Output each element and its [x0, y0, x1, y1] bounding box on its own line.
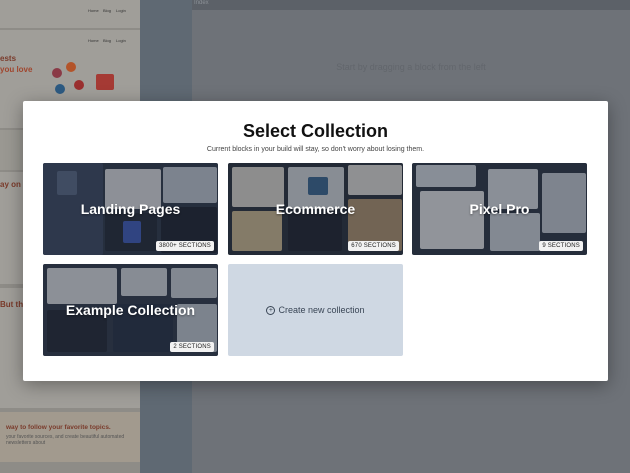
bg-nav-link: Login [116, 38, 126, 43]
section-count-badge: 3800+ SECTIONS [156, 241, 214, 251]
create-new-collection-button[interactable]: + Create new collection [228, 264, 403, 356]
bg-nav-link: Blog [103, 8, 112, 13]
modal-subtitle: Current blocks in your build will stay, … [206, 146, 425, 153]
collection-card-ecommerce[interactable]: Ecommerce 670 SECTIONS [228, 163, 403, 255]
bg-envelope-icon [96, 74, 114, 90]
plus-circle-icon: + [266, 305, 276, 315]
bg-headline: way to follow your favorite topics. [6, 424, 111, 431]
bg-social-icon [52, 68, 62, 78]
canvas-topbar: Index [192, 0, 630, 10]
collection-card-pixel-pro[interactable]: Pixel Pro 9 SECTIONS [412, 163, 587, 255]
bg-headline: you love [0, 65, 33, 74]
bg-social-icon [55, 84, 65, 94]
canvas-empty-hint: Start by dragging a block from the left [336, 62, 486, 72]
section-count-badge: 2 SECTIONS [170, 342, 214, 352]
bg-nav-link: Home [88, 38, 99, 43]
bg-nav-link: Login [116, 8, 126, 13]
bg-nav-link: Blog [103, 38, 112, 43]
bg-social-icon [74, 80, 84, 90]
canvas-topbar-label: Index [194, 0, 209, 6]
modal-title: Select Collection [242, 121, 389, 141]
collection-card-example-collection[interactable]: Example Collection 2 SECTIONS [43, 264, 218, 356]
section-count-badge: 9 SECTIONS [539, 241, 583, 251]
collection-card-landing-pages[interactable]: Landing Pages 3800+ SECTIONS [43, 163, 218, 255]
bg-body-text: your favorite sources, and create beauti… [6, 434, 125, 446]
bg-headline: ests [0, 54, 17, 63]
section-count-badge: 670 SECTIONS [348, 241, 399, 251]
bg-headline: ay on [0, 180, 21, 189]
create-new-collection-label: Create new collection [278, 305, 365, 315]
select-collection-modal: Select Collection Current blocks in your… [23, 101, 608, 381]
bg-social-icon [66, 62, 76, 72]
bg-nav-link: Home [88, 8, 99, 13]
